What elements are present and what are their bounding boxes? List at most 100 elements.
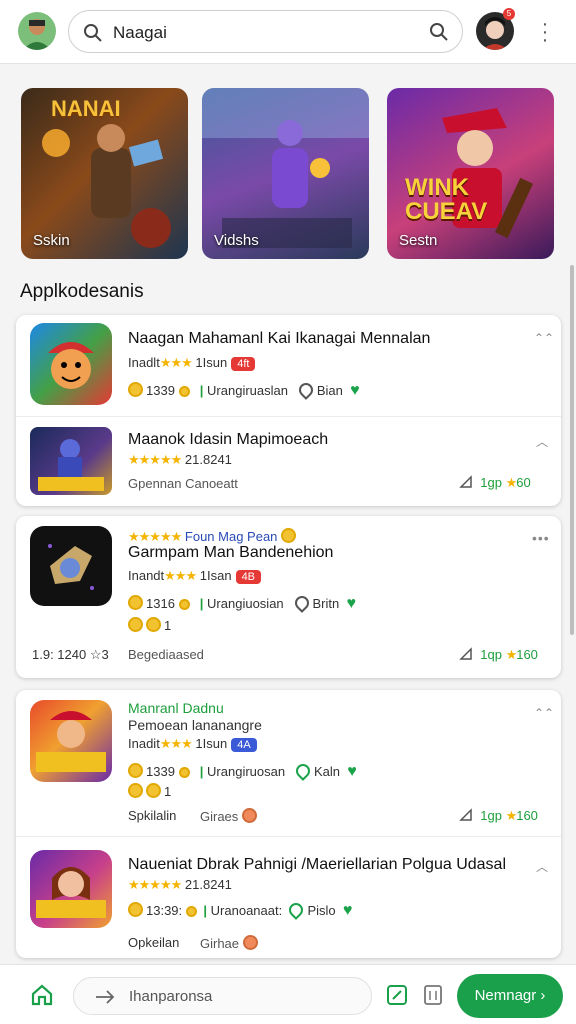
developer-name: Inadit [128,736,160,751]
app-icon[interactable] [30,526,112,606]
footer-mid: Begediaased [128,647,204,662]
top-bar: Naagai 5 · · · [0,0,576,64]
location-pin-icon [295,380,316,400]
developer-name: Inandt [128,568,165,583]
coin-count: 1316 [146,596,175,611]
collapse-icon[interactable]: ︿ [536,858,548,875]
app-icon[interactable] [30,427,112,495]
primary-action-button[interactable]: Nemnagr › [457,974,563,1018]
character-icon [36,867,106,918]
banner-label: Sestn [399,232,438,249]
coin-icon [128,382,143,397]
featured-headline: Manranl Dadnu [128,700,224,716]
arrow-right-icon [96,990,115,1004]
app-title[interactable]: Maanok Idasin Mapimoeach [128,431,328,449]
footer-mid: Giraes [200,808,260,824]
scrollbar[interactable] [570,265,574,635]
extra-row: 1 [128,783,171,799]
age-tag: 4B [235,570,262,584]
home-icon[interactable] [30,983,54,1007]
share-score: 160 [516,808,538,823]
profile-avatar[interactable] [18,12,56,50]
heart-icon[interactable]: ♥ [346,595,356,612]
banner-card[interactable]: WINK CUEAV Sestn [387,88,554,259]
heart-icon[interactable]: ♥ [350,382,360,399]
character-icon [48,342,94,389]
heart-icon[interactable]: ♥ [343,902,353,919]
notification-badge: 5 [503,8,515,20]
app-icon[interactable] [30,323,112,405]
rating-text: 1Isan [199,568,232,583]
status-text: Urangiruaslan [207,383,288,398]
rating-text: 1Isun [195,355,228,370]
more-options-icon[interactable]: · · · [537,14,553,50]
rating-stars: ★★★★★ [128,529,182,544]
coin-icon [178,599,190,610]
app-meta: Inadlt★★★ 1Isun 4ft [128,355,256,371]
divider [16,416,561,417]
search-submit-icon[interactable] [429,22,449,42]
location-pin-icon [291,593,312,613]
app-meta: ★★★★★ 21.8241 [128,452,232,468]
more-options-icon[interactable]: ••• [532,530,550,546]
share-label: 1gp [480,475,502,490]
app-meta: Inadit★★★ 1Isun 4A [128,736,257,752]
coin-icon [128,617,143,632]
app-stats: 13:39: | Uranoanaat: Pislo ♥ [128,900,353,920]
collapse-icon[interactable]: ︿ [536,433,548,450]
app-icon[interactable] [30,700,112,782]
featured-headline: Foun Mag Pean [184,529,278,544]
message-input[interactable]: Ihanparonsa [73,977,372,1015]
coin-icon [281,528,297,543]
location-pin-icon [286,900,307,920]
share-row: 1gp ★60 [459,475,531,491]
share-icon[interactable] [459,808,473,822]
rating-stars: ★★★ [159,736,193,751]
coin-icon [242,935,258,950]
coin-icon [146,617,161,632]
app-list-card: Naagan Mahamanl Kai Ikanagai Mennalan In… [16,315,561,506]
location-pin-icon [293,761,313,781]
rating-text: 21.8241 [184,877,232,892]
app-title[interactable]: Naueniat Dbrak Pahnigi /Maeriellarian Po… [128,856,506,874]
coin-icon [241,808,257,823]
banner-card[interactable]: Vidshs [202,88,369,259]
share-row: 1gp ★160 [459,808,538,824]
coin-count: 1339 [146,764,175,779]
rating-stars: ★★★★★ [128,877,182,892]
app-meta: ★★★★★ 21.8241 [128,877,232,893]
app-title[interactable]: Naagan Mahamanl Kai Ikanagai Mennalan [128,330,430,348]
extra-count: 1 [164,784,172,799]
share-icon[interactable] [459,475,473,489]
star-icon: ★ [505,808,518,823]
edit-icon[interactable] [386,984,408,1006]
search-bar[interactable]: Naagai [68,10,463,53]
extra-row: 1 [128,617,171,633]
search-input[interactable]: Naagai [113,23,167,43]
bottom-bar: Ihanparonsa Nemnagr › [0,964,576,1024]
section-title: Applkodesanis [20,281,144,302]
banner-label: Vidshs [214,232,259,249]
coin-icon [128,783,143,798]
heart-icon[interactable]: ♥ [347,763,357,780]
location-text: Kaln [313,764,340,779]
app-title[interactable]: Garmpam Man Bandenehion [128,544,333,562]
collapse-icon[interactable]: ⌃⌃ [534,331,554,345]
banner-label: Sskin [33,232,70,249]
app-meta: Inandt★★★ 1Isan 4B [128,568,262,584]
app-icon[interactable] [30,850,112,928]
coin-icon [128,595,143,610]
location-text: Bian [316,383,343,398]
document-icon[interactable] [422,984,444,1006]
banner-card[interactable]: NANAI Sskin [21,88,188,259]
collapse-icon[interactable]: ⌃⌃ [534,706,554,720]
app-stats: 1339 | Urangiruosan Kaln ♥ [128,761,357,781]
status-text: Urangiruosan [207,764,286,779]
share-label: 1gp [480,808,502,823]
share-label: 1qp [480,647,502,662]
share-icon[interactable] [459,647,473,661]
artifact-icon [48,544,94,590]
featured-row: ★★★★★ Foun Mag Pean [128,528,299,545]
rating-stars: ★★★ [159,355,193,370]
coin-icon [128,763,143,778]
